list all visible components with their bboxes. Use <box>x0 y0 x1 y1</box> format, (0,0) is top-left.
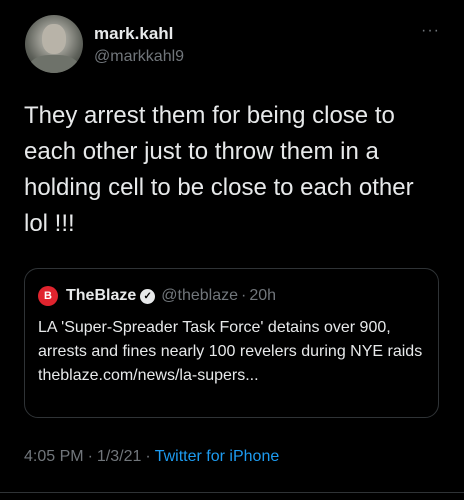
meta-separator: · <box>87 448 93 465</box>
tweet-source-link[interactable]: Twitter for iPhone <box>155 448 280 465</box>
tweet-metadata: 4:05 PM · 1/3/21 · Twitter for iPhone <box>24 448 279 466</box>
quoted-tweet-card[interactable]: B TheBlaze ✓ @theblaze · 20h LA 'Super-S… <box>24 268 439 418</box>
tweet-time: 4:05 PM <box>24 448 84 465</box>
quoted-timestamp: 20h <box>249 287 277 304</box>
quoted-separator: · <box>240 287 247 304</box>
quoted-author-handle: @theblaze <box>161 287 238 304</box>
user-avatar[interactable] <box>25 15 83 73</box>
more-horizontal-icon[interactable]: ··· <box>421 22 440 40</box>
theblaze-logo: B <box>38 286 58 306</box>
quoted-tweet-text: LA 'Super-Spreader Task Force' detains o… <box>38 319 423 384</box>
divider <box>0 492 464 493</box>
tweet-date: 1/3/21 <box>96 448 142 465</box>
quoted-author-name: TheBlaze <box>66 287 137 304</box>
tweet-text: They arrest them for being close to each… <box>24 102 414 237</box>
author-handle[interactable]: @markkahl9 <box>94 48 184 66</box>
verified-badge-icon: ✓ <box>140 288 156 304</box>
avatar-shoulders <box>29 55 79 73</box>
meta-separator: · <box>145 448 151 465</box>
author-display-name[interactable]: mark.kahl <box>94 24 173 44</box>
avatar-face <box>42 24 66 54</box>
quoted-tweet-header: B TheBlaze ✓ @theblaze · 20h <box>38 286 276 306</box>
